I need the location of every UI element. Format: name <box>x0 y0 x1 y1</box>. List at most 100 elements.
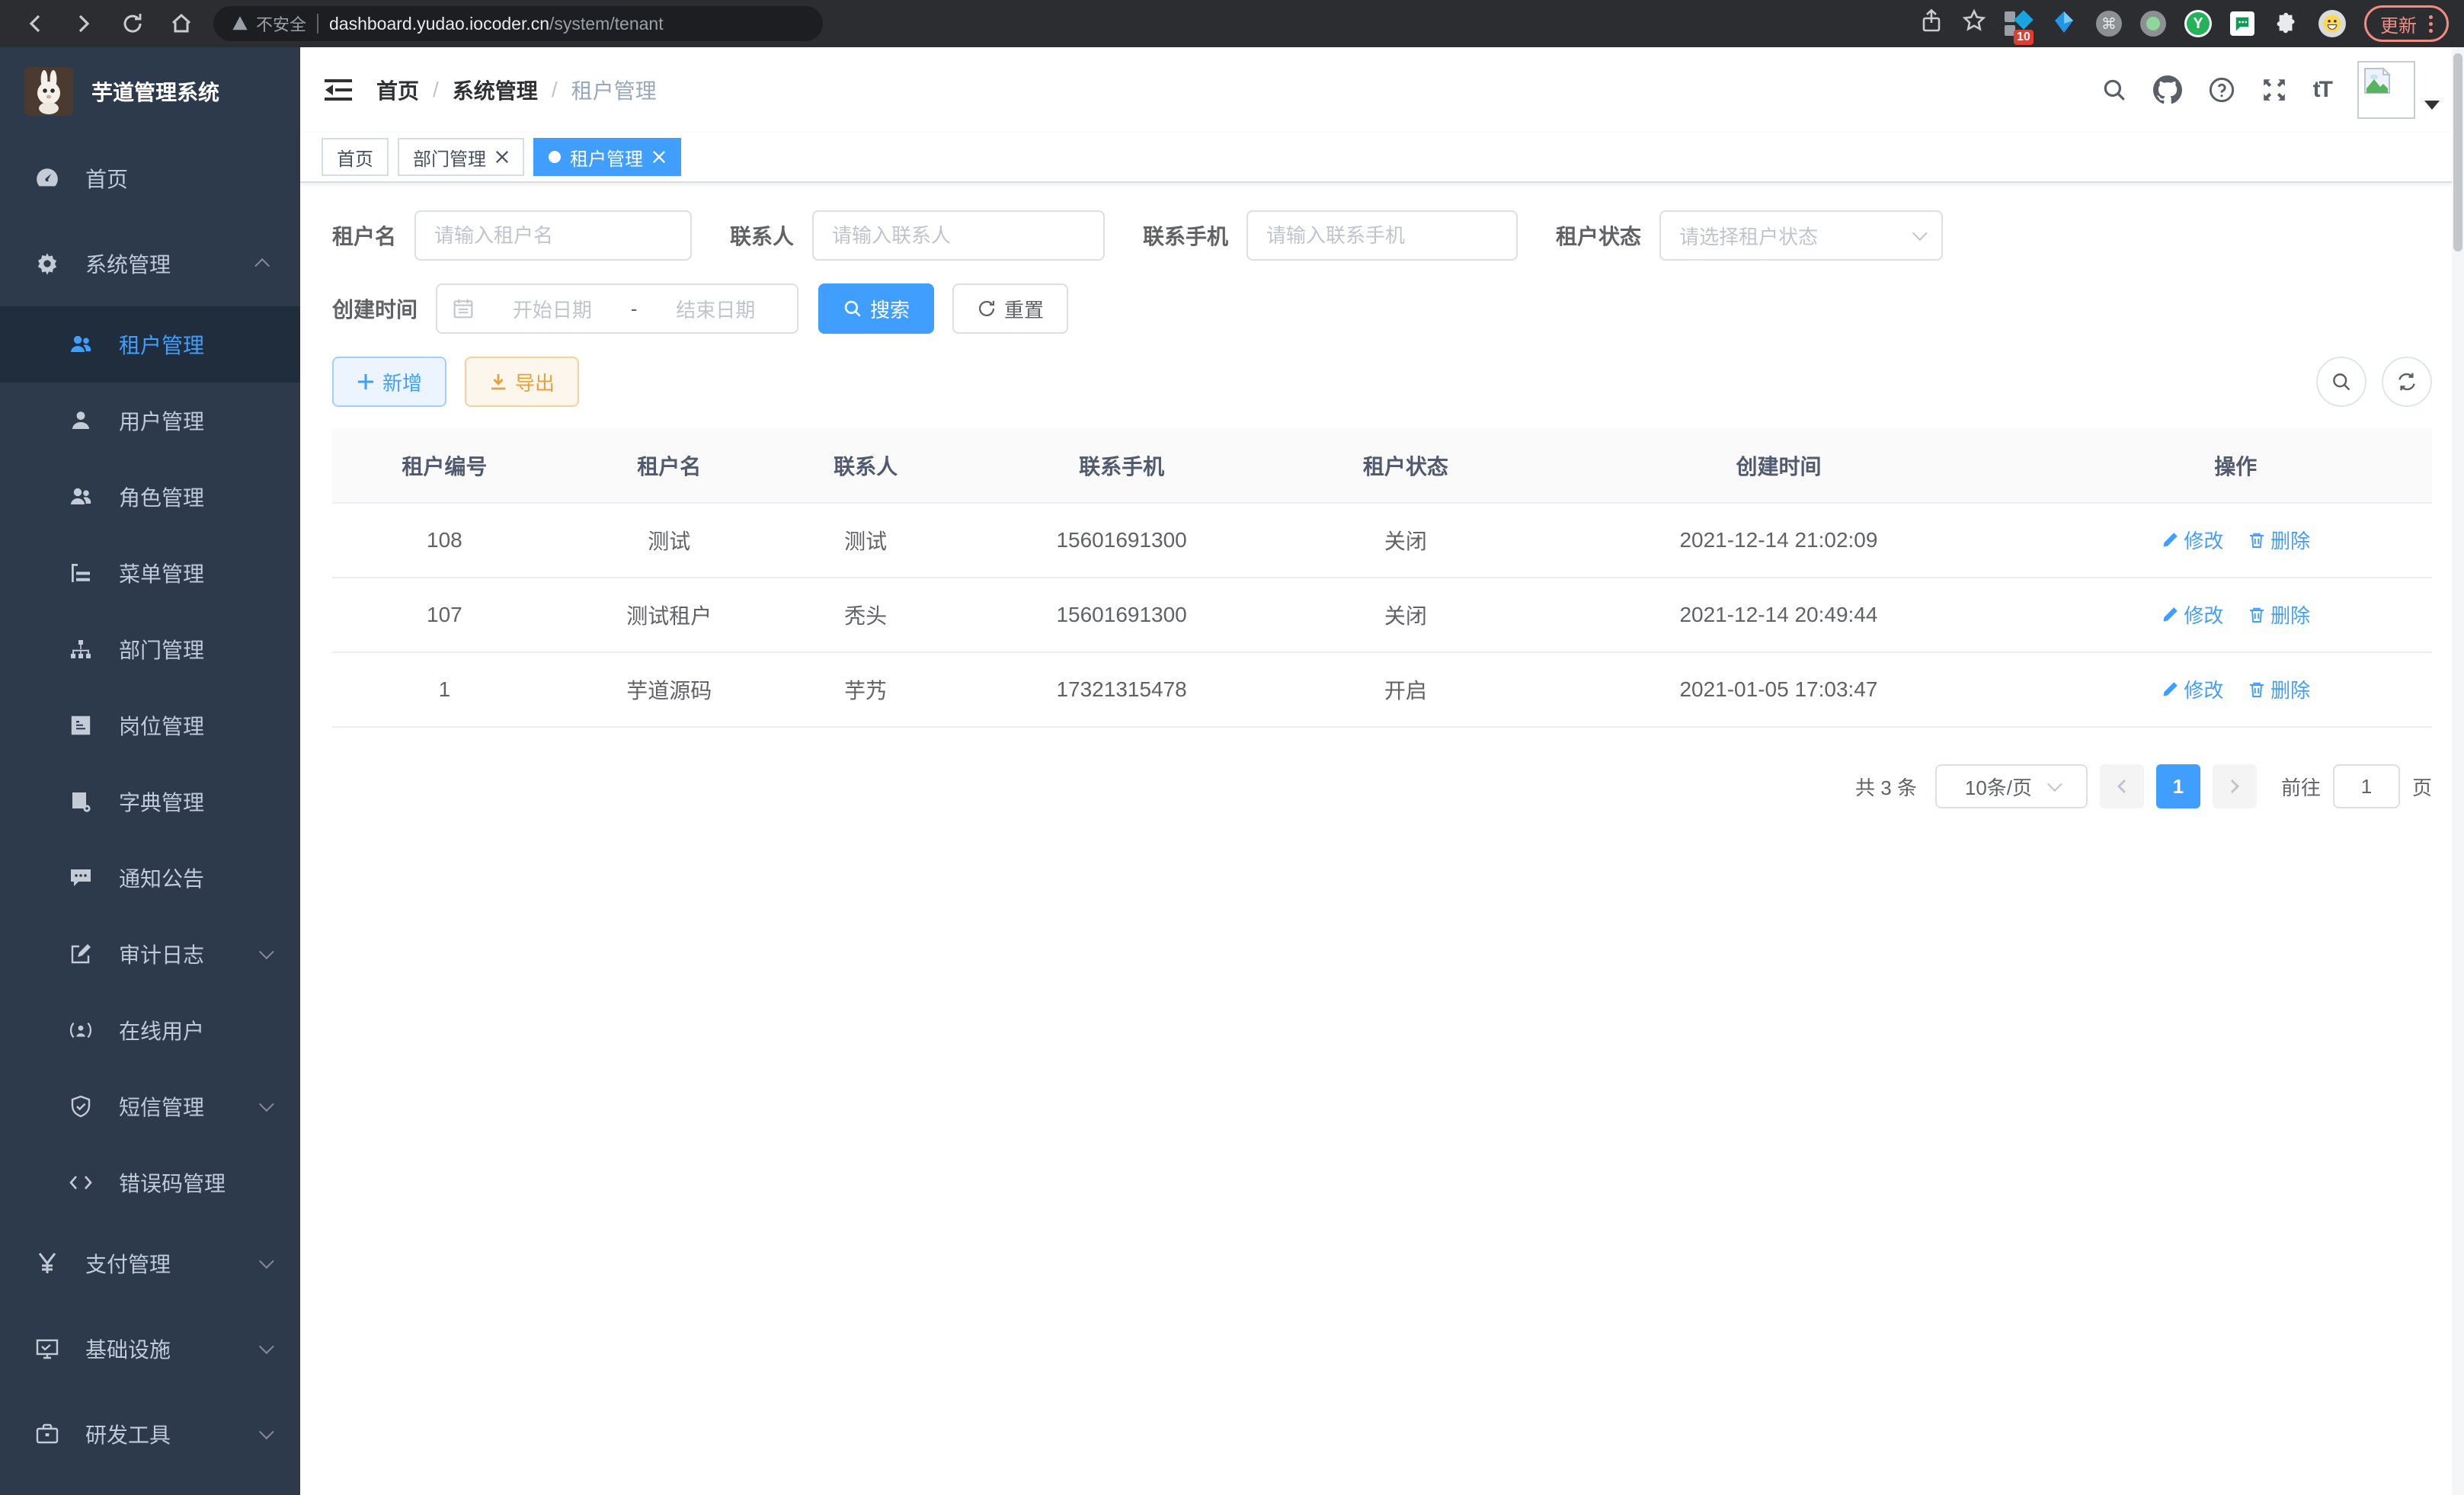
breadcrumb-home[interactable]: 首页 <box>376 75 419 105</box>
sidebar-item-sms[interactable]: 短信管理 <box>0 1068 300 1144</box>
date-range-picker[interactable]: 开始日期 - 结束日期 <box>436 283 798 334</box>
reload-icon[interactable] <box>113 4 152 43</box>
search-button-label: 搜索 <box>870 295 910 323</box>
cell-tenant-name: 测试 <box>557 503 782 578</box>
code-icon <box>64 1172 98 1193</box>
browser-menu-icon[interactable] <box>2429 15 2433 33</box>
sidebar-item-tenant[interactable]: 租户管理 <box>0 306 300 383</box>
sidebar-group-infra[interactable]: 基础设施 <box>0 1306 300 1391</box>
extension-record-icon[interactable] <box>2140 11 2166 37</box>
sidebar-item-home[interactable]: 首页 <box>0 136 300 221</box>
delete-button[interactable]: 删除 <box>2248 600 2310 629</box>
mobile-input[interactable] <box>1246 210 1518 261</box>
cell-contact: 秃头 <box>782 578 950 652</box>
monitor-icon <box>30 1337 64 1361</box>
sidebar-item-online-user[interactable]: 在线用户 <box>0 992 300 1068</box>
extension-emoji-icon[interactable] <box>2318 10 2346 37</box>
prev-page-button[interactable] <box>2100 764 2144 808</box>
sidebar-item-notice[interactable]: 通知公告 <box>0 840 300 916</box>
edit-pen-icon <box>2161 680 2179 699</box>
cell-contact: 测试 <box>782 503 950 578</box>
tenant-name-label: 租户名 <box>332 220 396 251</box>
delete-button[interactable]: 删除 <box>2248 675 2310 703</box>
edit-button[interactable]: 修改 <box>2161 675 2223 703</box>
share-icon[interactable] <box>1919 8 1944 39</box>
home-icon[interactable] <box>162 4 201 43</box>
breadcrumb-system[interactable]: 系统管理 <box>453 75 538 105</box>
tenant-name-input[interactable] <box>414 210 692 261</box>
sidebar-group-label: 基础设施 <box>85 1333 171 1364</box>
address-bar[interactable]: 不安全 dashboard.yudao.iocoder.cn/system/te… <box>213 6 823 41</box>
fullscreen-icon[interactable] <box>2261 77 2287 103</box>
sidebar-item-user[interactable]: 用户管理 <box>0 383 300 459</box>
col-tenant-id: 租户编号 <box>332 428 557 503</box>
table-header-row: 租户编号 租户名 联系人 联系手机 租户状态 创建时间 操作 <box>332 428 2432 503</box>
extension-y-icon[interactable]: Y <box>2184 10 2212 37</box>
close-icon[interactable] <box>495 150 509 164</box>
font-size-icon[interactable]: tT <box>2313 77 2331 103</box>
help-icon[interactable] <box>2208 76 2235 104</box>
show-search-toggle-button[interactable] <box>2316 357 2366 407</box>
extension-puzzle-icon[interactable] <box>2273 10 2300 37</box>
refresh-icon <box>977 299 997 319</box>
edit-button[interactable]: 修改 <box>2161 600 2223 629</box>
sidebar-item-error-code[interactable]: 错误码管理 <box>0 1144 300 1221</box>
avatar-menu[interactable] <box>2357 61 2440 119</box>
add-button[interactable]: 新增 <box>332 357 446 407</box>
extension-chat-icon[interactable] <box>2230 11 2254 36</box>
sidebar-item-dept[interactable]: 部门管理 <box>0 611 300 687</box>
extension-kite-icon[interactable] <box>2050 10 2078 37</box>
contact-input[interactable] <box>812 210 1105 261</box>
goto-page-input[interactable] <box>2333 764 2400 808</box>
status-select-placeholder: 请选择租户状态 <box>1679 222 1818 250</box>
browser-update-button[interactable]: 更新 <box>2364 5 2449 42</box>
reset-button[interactable]: 重置 <box>952 283 1068 334</box>
sidebar-group-devtools[interactable]: 研发工具 <box>0 1391 300 1477</box>
sidebar-item-post[interactable]: 岗位管理 <box>0 687 300 764</box>
cell-tenant-id: 1 <box>332 652 557 727</box>
sidebar-logo[interactable]: 芋道管理系统 <box>0 47 300 136</box>
toolbox-icon <box>30 1423 64 1445</box>
sidebar-group-pay[interactable]: 支付管理 <box>0 1221 300 1306</box>
window-scrollbar[interactable] <box>2452 47 2464 1495</box>
search-icon <box>2331 371 2352 392</box>
sidebar-item-audit-log[interactable]: 审计日志 <box>0 916 300 992</box>
sidebar-item-label: 短信管理 <box>119 1091 204 1122</box>
navbar: 首页 / 系统管理 / 租户管理 tT <box>300 47 2464 133</box>
extension-tiles-icon[interactable]: 10 <box>2005 10 2032 37</box>
refresh-table-button[interactable] <box>2382 357 2432 407</box>
message-icon <box>64 866 98 890</box>
header-search-icon[interactable] <box>2101 77 2127 103</box>
trash-icon <box>2248 606 2266 624</box>
delete-button[interactable]: 删除 <box>2248 526 2310 554</box>
contact-label: 联系人 <box>730 220 794 251</box>
sidebar-item-role[interactable]: 角色管理 <box>0 459 300 535</box>
page-size-select[interactable]: 10条/页 <box>1935 764 2088 808</box>
status-select[interactable]: 请选择租户状态 <box>1659 210 1943 261</box>
tag-tenant[interactable]: 租户管理 <box>533 138 681 176</box>
back-icon[interactable] <box>15 4 55 43</box>
next-page-button[interactable] <box>2213 764 2257 808</box>
url-path: /system/tenant <box>549 14 664 34</box>
scrollbar-thumb[interactable] <box>2453 53 2462 251</box>
tag-dept[interactable]: 部门管理 <box>398 138 524 176</box>
sidebar-group-system[interactable]: 系统管理 <box>0 221 300 306</box>
close-icon[interactable] <box>652 150 666 164</box>
tag-home[interactable]: 首页 <box>322 138 389 176</box>
export-button[interactable]: 导出 <box>465 357 579 407</box>
extension-command-icon[interactable]: ⌘ <box>2096 11 2122 37</box>
search-button[interactable]: 搜索 <box>818 283 934 334</box>
sidebar-fold-icon[interactable] <box>325 78 352 102</box>
sidebar-item-menu[interactable]: 菜单管理 <box>0 535 300 611</box>
edit-button[interactable]: 修改 <box>2161 526 2223 554</box>
chevron-down-icon <box>2047 776 2062 792</box>
user-icon <box>64 408 98 433</box>
mobile-label: 联系手机 <box>1143 220 1228 251</box>
tag-label: 首页 <box>337 144 373 171</box>
page-number-1[interactable]: 1 <box>2156 764 2200 808</box>
bookmark-star-icon[interactable] <box>1962 8 1986 39</box>
github-icon[interactable] <box>2153 75 2182 104</box>
forward-icon[interactable] <box>64 4 104 43</box>
sidebar-item-dict[interactable]: 字典管理 <box>0 764 300 840</box>
dashboard-icon <box>30 165 64 191</box>
